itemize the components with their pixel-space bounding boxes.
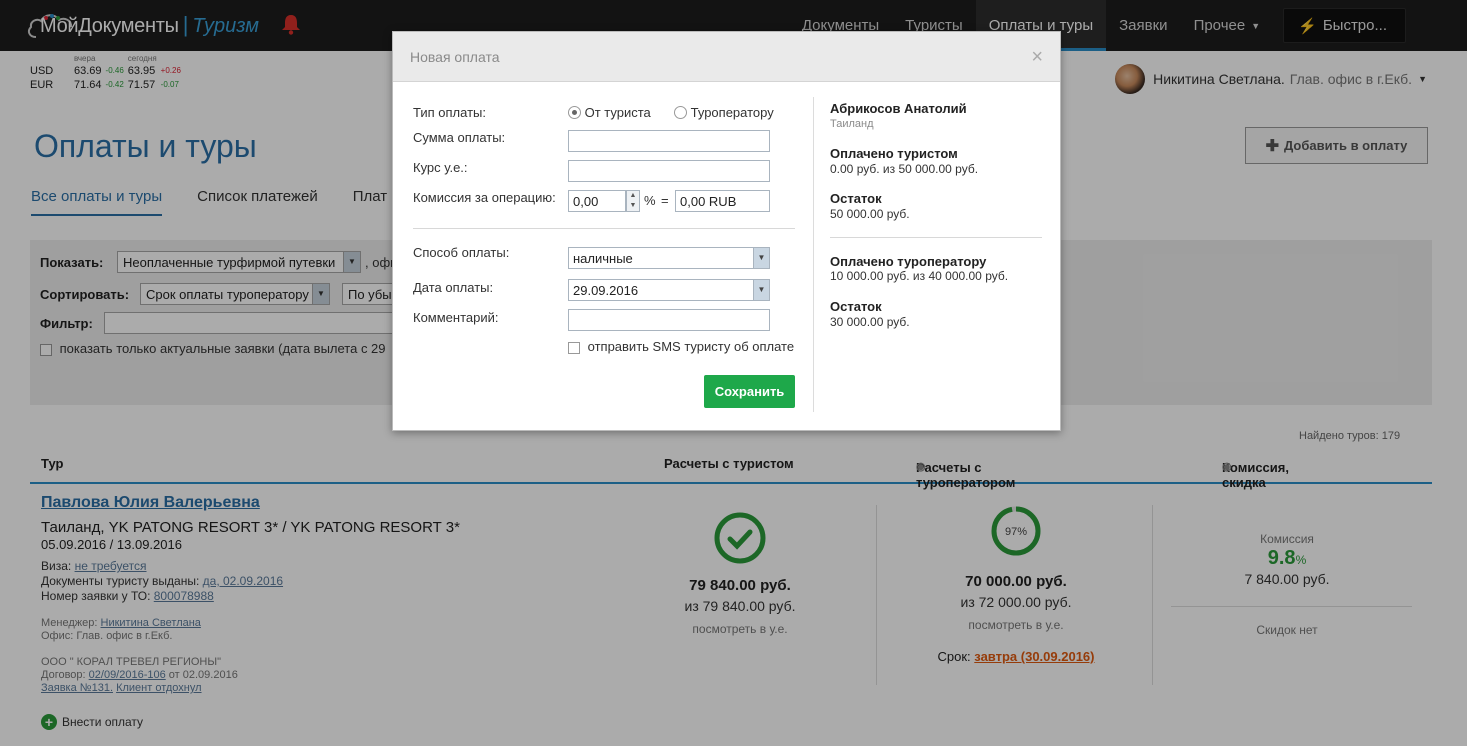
radio-checked-icon[interactable] [568, 106, 581, 119]
paid-by-tourist-value: 0.00 руб. из 50 000.00 руб. [830, 162, 979, 176]
radio-unchecked-icon[interactable] [674, 106, 687, 119]
percent-sign: % [644, 193, 656, 208]
rate-label: Курс у.е.: [413, 160, 468, 175]
tourist-country: Таиланд [830, 118, 874, 130]
rest-tourist-value: 50 000.00 руб. [830, 207, 910, 221]
payment-type-tourist-label: От туриста [584, 105, 651, 120]
paid-operator-value: 10 000.00 руб. из 40 000.00 руб. [830, 269, 1009, 283]
sms-label: отправить SMS туристу об оплате [587, 339, 795, 354]
rate-input[interactable] [568, 160, 770, 182]
payment-type-operator-option[interactable]: Туроператору [674, 105, 774, 120]
dialog-title: Новая оплата [410, 49, 500, 65]
stepper-up-icon[interactable]: ▲ [627, 191, 639, 201]
new-payment-dialog: Новая оплата × Тип оплаты: От туриста Ту… [392, 31, 1061, 431]
comment-input[interactable] [568, 309, 770, 331]
method-select[interactable]: наличные ▼ [568, 247, 770, 269]
commission-rub-output: 0,00 RUB [675, 190, 770, 212]
date-picker[interactable]: 29.09.2016 ▼ [568, 279, 770, 301]
sum-input[interactable] [568, 130, 770, 152]
commission-op-label: Комиссия за операцию: [413, 190, 556, 205]
commission-stepper[interactable]: ▲ ▼ [626, 190, 640, 212]
comment-label: Комментарий: [413, 310, 499, 325]
form-divider [413, 228, 795, 229]
sms-row[interactable]: отправить SMS туристу об оплате [568, 339, 794, 354]
method-label: Способ оплаты: [413, 245, 510, 260]
date-value: 29.09.2016 [573, 283, 639, 298]
dialog-header: Новая оплата × [393, 32, 1060, 82]
tourist-name: Абрикосов Анатолий [830, 101, 967, 116]
payment-type-operator-label: Туроператору [690, 105, 774, 120]
date-label: Дата оплаты: [413, 280, 494, 295]
dialog-divider [813, 97, 814, 412]
commission-op-input[interactable]: 0,00 [568, 190, 626, 212]
chevron-down-icon: ▼ [753, 248, 769, 268]
equals-sign: = [661, 193, 669, 208]
payment-type-tourist-option[interactable]: От туриста [568, 105, 651, 120]
rest-operator-label: Остаток [830, 299, 882, 314]
paid-operator-label: Оплачено туроператору [830, 254, 987, 269]
chevron-down-icon: ▼ [753, 280, 769, 300]
sms-checkbox[interactable] [568, 341, 580, 354]
close-icon[interactable]: × [1031, 46, 1043, 69]
sum-label: Сумма оплаты: [413, 130, 506, 145]
rest-operator-value: 30 000.00 руб. [830, 315, 910, 329]
side-divider [830, 237, 1042, 238]
rest-tourist-label: Остаток [830, 191, 882, 206]
method-value: наличные [573, 251, 633, 266]
payment-type-label: Тип оплаты: [413, 105, 486, 120]
stepper-down-icon[interactable]: ▼ [627, 201, 639, 211]
save-button[interactable]: Сохранить [704, 375, 795, 408]
paid-by-tourist-label: Оплачено туристом [830, 146, 958, 161]
